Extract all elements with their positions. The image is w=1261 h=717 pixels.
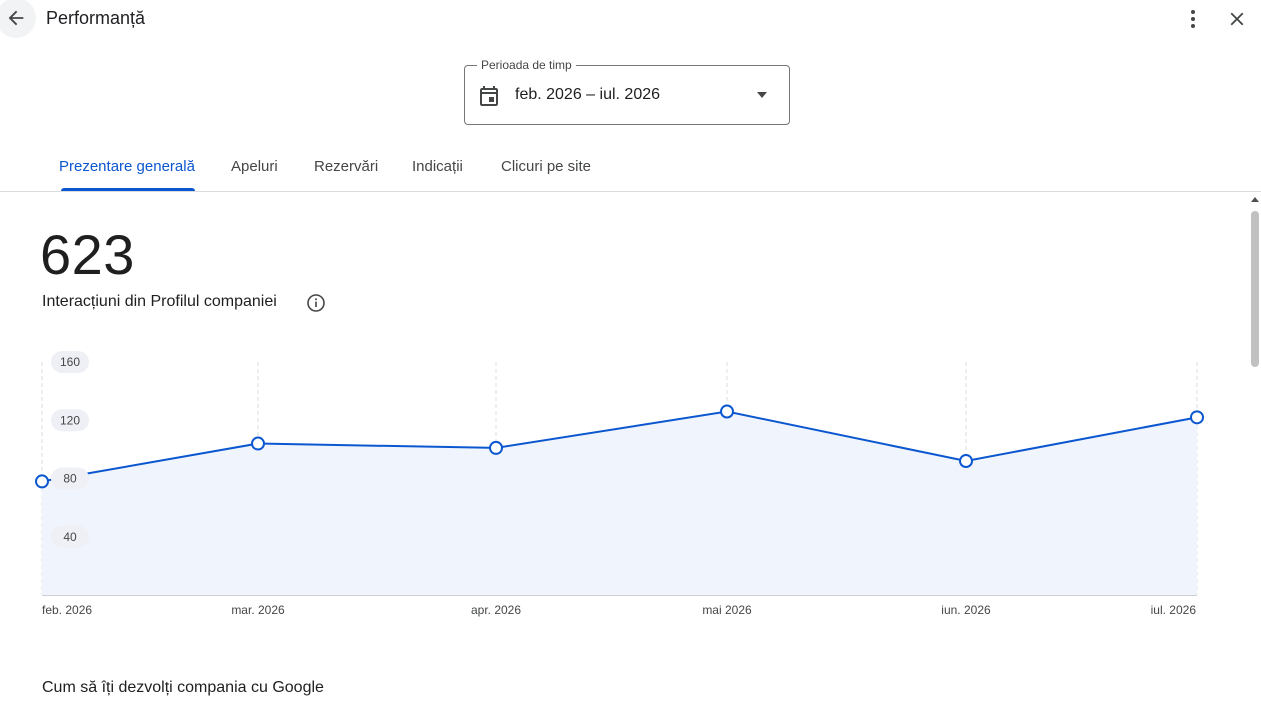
date-range-label: Perioada de timp [477,58,576,72]
tab-bar: Prezentare generală Apeluri Rezervări In… [0,142,1261,192]
x-tick-label: iun. 2026 [941,603,991,617]
calendar-icon [480,86,498,106]
y-tick-label: 80 [51,467,89,490]
x-tick-label: iul. 2026 [1151,603,1197,617]
data-point[interactable] [1190,410,1204,425]
x-tick-label: feb. 2026 [42,603,92,617]
close-icon [1230,12,1244,26]
more-options-button[interactable] [1178,4,1208,34]
tab-overview[interactable]: Prezentare generală [59,158,195,175]
x-tick-label: apr. 2026 [471,603,521,617]
tab-website-clicks[interactable]: Clicuri pe site [501,158,591,175]
y-tick-label: 160 [51,351,89,373]
vertical-scrollbar[interactable] [1249,195,1261,717]
total-interactions-label: Interacțiuni din Profilul companiei [42,293,277,310]
area-fill [42,411,1197,595]
y-tick-label: 120 [51,409,89,432]
y-tick-text: 80 [63,472,77,486]
close-button[interactable] [1222,4,1252,34]
date-range-value: feb. 2026 – iul. 2026 [515,86,661,103]
page-title: Performanță [46,8,146,28]
tab-directions[interactable]: Indicații [412,158,463,175]
total-interactions-value: 623 [40,223,135,286]
active-tab-indicator [61,188,195,191]
interactions-chart: 40 80 120 160 feb. 2026 mar. 2026 apr. 2026 ma… [35,351,1204,617]
back-button[interactable] [0,0,36,38]
data-point[interactable] [251,436,265,451]
info-icon[interactable] [306,293,326,313]
y-tick-label: 40 [51,525,89,548]
scroll-up-arrow-icon[interactable] [1251,197,1259,202]
data-point[interactable] [35,474,49,489]
arrow-back-icon [8,10,24,26]
y-tick-text: 120 [60,413,80,427]
y-tick-text: 160 [60,355,80,369]
x-tick-label: mar. 2026 [231,603,285,617]
tab-bookings[interactable]: Rezervări [314,158,378,175]
grow-business-section-title: Cum să îți dezvolți compania cu Google [42,679,324,696]
scroll-thumb[interactable] [1251,211,1259,367]
data-point[interactable] [720,404,734,419]
date-range-select[interactable]: Perioada de timp feb. 2026 – iul. 2026 [464,58,790,125]
x-tick-label: mai 2026 [702,603,752,617]
tab-calls[interactable]: Apeluri [231,158,278,175]
header: Performanță [0,0,1261,40]
more-vert-icon [1191,10,1195,28]
data-point[interactable] [489,440,503,455]
data-point[interactable] [959,454,973,469]
y-tick-text: 40 [63,530,77,544]
arrow-drop-down-icon [757,92,767,98]
